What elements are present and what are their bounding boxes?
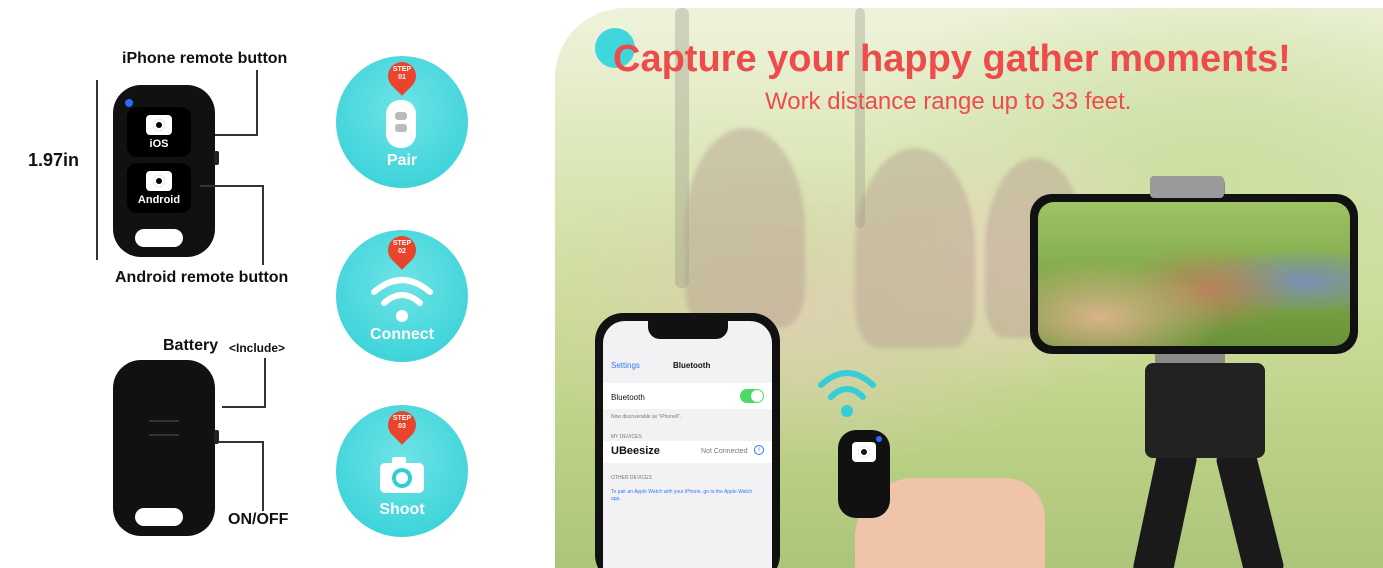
onoff-callout-line bbox=[262, 441, 264, 511]
step-name: Pair bbox=[386, 152, 418, 169]
android-button: Android bbox=[127, 163, 191, 213]
remote-back bbox=[113, 360, 219, 536]
battery-cover-grip bbox=[149, 420, 179, 436]
lifestyle-scene: Capture your happy gather moments! Work … bbox=[555, 8, 1383, 568]
android-callout-line bbox=[262, 185, 264, 265]
battery-note: <Include> bbox=[229, 341, 286, 355]
subline: Work distance range up to 33 feet. bbox=[765, 88, 1132, 115]
camera-icon bbox=[146, 115, 172, 135]
battery-callout-line-h bbox=[222, 406, 266, 408]
step-pin: STEP 01 bbox=[382, 56, 422, 96]
lanyard-hole bbox=[135, 508, 183, 526]
onoff-label: ON/OFF bbox=[228, 511, 289, 528]
size-dimension-line bbox=[96, 80, 98, 260]
headline: Capture your happy gather moments! bbox=[613, 38, 1291, 80]
camera-icon bbox=[852, 442, 876, 462]
my-devices-header: MY DEVICES bbox=[611, 434, 642, 440]
step-name: Connect bbox=[370, 326, 434, 343]
iphone-button-label: iPhone remote button bbox=[122, 50, 288, 67]
step-shoot-circle: STEP 03 Shoot bbox=[336, 405, 468, 537]
step-pair-circle: STEP 01 Pair bbox=[336, 56, 468, 188]
ios-text: iOS bbox=[149, 138, 169, 150]
handheld-remote bbox=[838, 430, 890, 518]
battery-label: Battery bbox=[163, 337, 219, 354]
group-photo-screen bbox=[1038, 202, 1350, 346]
other-devices-header: OTHER DEVICES bbox=[611, 475, 652, 481]
size-label: 1.97in bbox=[28, 150, 80, 170]
step-pin: STEP 03 bbox=[382, 405, 422, 445]
led-indicator bbox=[125, 99, 133, 107]
ios-button: iOS bbox=[127, 107, 191, 157]
step-connect-circle: STEP 02 Connect bbox=[336, 230, 468, 362]
device-name: UBeesize bbox=[611, 445, 660, 457]
remote-front: iOS Android bbox=[113, 85, 219, 257]
mounted-phone bbox=[1030, 176, 1358, 354]
side-switch bbox=[214, 151, 219, 165]
android-text: Android bbox=[137, 194, 181, 206]
bluetooth-toggle[interactable] bbox=[740, 389, 764, 403]
onoff-callout-line-h bbox=[218, 441, 264, 443]
phone-screen: Settings Bluetooth Bluetooth Now discove… bbox=[603, 321, 772, 568]
battery-callout-line bbox=[264, 358, 266, 408]
phone-clamp bbox=[1150, 176, 1224, 198]
lanyard-hole bbox=[135, 229, 183, 247]
info-icon[interactable]: i bbox=[754, 445, 764, 455]
remote-icon bbox=[386, 100, 416, 148]
android-button-label: Android remote button bbox=[115, 269, 289, 286]
led-indicator bbox=[876, 436, 882, 442]
iphone-settings: Settings Bluetooth Bluetooth Now discove… bbox=[595, 313, 780, 568]
device-status: Not Connected bbox=[701, 448, 748, 455]
discoverable-text: Now discoverable as “iPhone6”. bbox=[611, 414, 682, 420]
watch-note: To pair an Apple Watch with your iPhone,… bbox=[611, 489, 753, 502]
step-name: Shoot bbox=[379, 501, 425, 518]
wifi-icon bbox=[371, 277, 433, 322]
tripod-head bbox=[1145, 363, 1265, 458]
screen-title: Bluetooth bbox=[673, 361, 711, 370]
product-specs-panel: iPhone remote button 1.97in iOS Android … bbox=[0, 0, 560, 568]
bluetooth-label: Bluetooth bbox=[611, 393, 645, 402]
step-pin: STEP 02 bbox=[382, 230, 422, 270]
iphone-callout-line bbox=[256, 70, 258, 136]
wifi-signal-icon bbox=[818, 370, 876, 417]
back-link[interactable]: Settings bbox=[611, 361, 640, 370]
camera-icon bbox=[380, 457, 424, 493]
phone-notch bbox=[647, 321, 728, 339]
android-callout-line-h bbox=[200, 185, 264, 187]
camera-icon bbox=[146, 171, 172, 191]
